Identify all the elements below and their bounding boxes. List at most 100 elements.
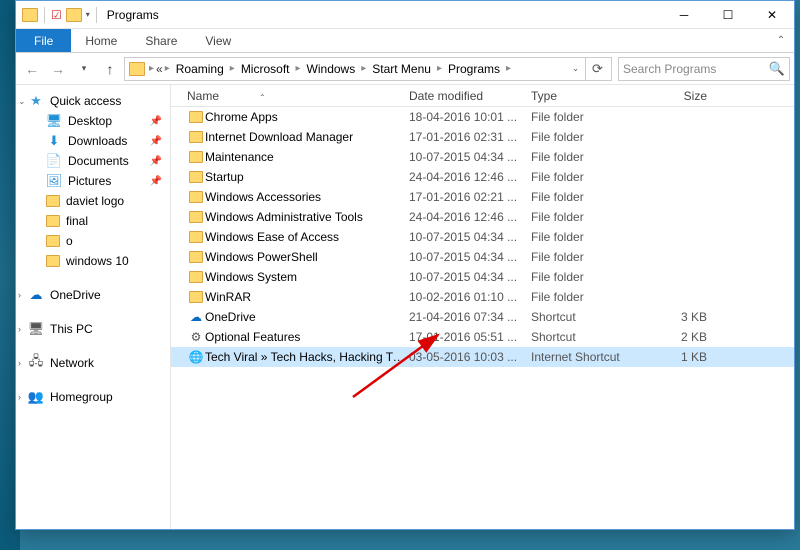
sidebar-item[interactable]: 🖥Desktop📌 [16, 111, 170, 131]
pin-icon[interactable]: 📌 [150, 136, 162, 147]
table-row[interactable]: Windows Ease of Access10-07-2015 04:34 .… [171, 227, 794, 247]
quick-access-root[interactable]: ⌄ ★ Quick access [16, 91, 170, 111]
search-icon[interactable]: 🔍 [769, 61, 785, 77]
qat-dropdown-icon[interactable]: ▾ [86, 10, 90, 19]
folder-icon [46, 215, 60, 227]
nav-label: Homegroup [50, 390, 113, 404]
breadcrumb-segment[interactable]: Roaming [172, 61, 228, 77]
homegroup-root[interactable]: › 👥 Homegroup [16, 387, 170, 407]
sidebar-item[interactable]: windows 10 [16, 251, 170, 271]
sidebar-item[interactable]: ⬇Downloads📌 [16, 131, 170, 151]
expand-icon[interactable]: › [18, 392, 21, 402]
folder-icon[interactable] [22, 8, 38, 22]
nav-item-icon: 📄 [46, 153, 62, 169]
maximize-button[interactable]: ☐ [706, 1, 750, 29]
file-name: Windows Accessories [205, 190, 409, 204]
forward-button[interactable]: → [46, 57, 70, 81]
breadcrumb-segment[interactable]: Programs [444, 61, 504, 77]
up-button[interactable]: ↑ [98, 57, 122, 81]
new-folder-icon[interactable] [66, 8, 82, 22]
breadcrumb-segment[interactable]: Windows [303, 61, 360, 77]
homegroup-icon: 👥 [28, 389, 44, 405]
sidebar-item[interactable]: daviet logo [16, 191, 170, 211]
file-name: Windows PowerShell [205, 250, 409, 264]
table-row[interactable]: Startup24-04-2016 12:46 ...File folder [171, 167, 794, 187]
back-button[interactable]: ← [20, 57, 44, 81]
table-row[interactable]: Windows System10-07-2015 04:34 ...File f… [171, 267, 794, 287]
this-pc-root[interactable]: › 🖥 This PC [16, 319, 170, 339]
table-row[interactable]: Windows Administrative Tools24-04-2016 1… [171, 207, 794, 227]
table-row[interactable]: 🌐Tech Viral » Tech Hacks, Hacking Tutori… [171, 347, 794, 367]
onedrive-icon: ☁ [190, 310, 202, 324]
properties-icon[interactable]: ☑ [51, 8, 62, 22]
sidebar-item[interactable]: final [16, 211, 170, 231]
sort-indicator-icon: ⌃ [259, 93, 266, 102]
column-headers: Name⌃ Date modified Type Size [171, 85, 794, 107]
breadcrumb-segment[interactable]: Microsoft [237, 61, 294, 77]
breadcrumb[interactable]: ▸ « ▸ Roaming ▸ Microsoft ▸ Windows ▸ St… [124, 57, 612, 81]
chevron-right-icon[interactable]: ▸ [149, 63, 154, 74]
file-type: File folder [531, 270, 637, 284]
refresh-button[interactable]: ⟳ [585, 58, 609, 80]
sidebar-item[interactable]: o [16, 231, 170, 251]
close-button[interactable]: ✕ [750, 1, 794, 29]
table-row[interactable]: ☁OneDrive21-04-2016 07:34 ...Shortcut3 K… [171, 307, 794, 327]
table-row[interactable]: ⚙Optional Features17-01-2016 05:51 ...Sh… [171, 327, 794, 347]
file-tab[interactable]: File [16, 29, 71, 52]
table-row[interactable]: Windows Accessories17-01-2016 02:21 ...F… [171, 187, 794, 207]
expand-icon[interactable]: › [18, 324, 21, 334]
nav-label: This PC [50, 322, 93, 336]
chevron-right-icon[interactable]: ▸ [437, 63, 442, 74]
file-date: 21-04-2016 07:34 ... [409, 310, 531, 324]
column-header-date[interactable]: Date modified [409, 89, 531, 103]
file-type: File folder [531, 170, 637, 184]
expand-icon[interactable]: › [18, 358, 21, 368]
column-header-type[interactable]: Type [531, 89, 637, 103]
sidebar-item[interactable]: 📄Documents📌 [16, 151, 170, 171]
column-header-size[interactable]: Size [637, 89, 717, 103]
file-date: 10-02-2016 01:10 ... [409, 290, 531, 304]
chevron-right-icon[interactable]: ▸ [165, 63, 170, 74]
chevron-right-icon[interactable]: ▸ [506, 63, 511, 74]
nav-label: o [66, 234, 73, 248]
home-tab[interactable]: Home [71, 29, 131, 52]
chevron-right-icon[interactable]: ▸ [296, 63, 301, 74]
view-tab[interactable]: View [191, 29, 245, 52]
history-dropdown-icon[interactable]: ▾ [72, 57, 96, 81]
table-row[interactable]: Internet Download Manager17-01-2016 02:3… [171, 127, 794, 147]
column-header-name[interactable]: Name⌃ [187, 89, 409, 103]
table-row[interactable]: WinRAR10-02-2016 01:10 ...File folder [171, 287, 794, 307]
folder-icon [189, 291, 203, 303]
file-date: 10-07-2015 04:34 ... [409, 230, 531, 244]
network-root[interactable]: › 🖧 Network [16, 353, 170, 373]
sidebar-item[interactable]: 🖼Pictures📌 [16, 171, 170, 191]
ribbon-collapse-icon[interactable]: ⌃ [768, 29, 794, 52]
folder-icon [46, 235, 60, 247]
breadcrumb-ellipsis[interactable]: « [156, 62, 163, 76]
table-row[interactable]: Windows PowerShell10-07-2015 04:34 ...Fi… [171, 247, 794, 267]
minimize-button[interactable]: ─ [662, 1, 706, 29]
file-type: File folder [531, 150, 637, 164]
file-size: 3 KB [637, 310, 717, 324]
breadcrumb-dropdown-icon[interactable]: ⌄ [566, 64, 585, 73]
pin-icon[interactable]: 📌 [150, 156, 162, 167]
onedrive-root[interactable]: › ☁ OneDrive [16, 285, 170, 305]
collapse-icon[interactable]: ⌄ [18, 96, 26, 107]
chevron-right-icon[interactable]: ▸ [230, 63, 235, 74]
expand-icon[interactable]: › [18, 290, 21, 300]
pin-icon[interactable]: 📌 [150, 116, 162, 127]
nav-item-icon: 🖥 [46, 113, 62, 129]
share-tab[interactable]: Share [131, 29, 191, 52]
chevron-right-icon[interactable]: ▸ [361, 63, 366, 74]
file-name: WinRAR [205, 290, 409, 304]
search-input[interactable]: Search Programs 🔍 [618, 57, 790, 81]
chrome-icon: 🌐 [189, 350, 204, 364]
folder-icon [189, 211, 203, 223]
file-type: File folder [531, 230, 637, 244]
table-row[interactable]: Maintenance10-07-2015 04:34 ...File fold… [171, 147, 794, 167]
pc-icon: 🖥 [28, 321, 44, 337]
pin-icon[interactable]: 📌 [150, 176, 162, 187]
table-row[interactable]: Chrome Apps18-04-2016 10:01 ...File fold… [171, 107, 794, 127]
breadcrumb-segment[interactable]: Start Menu [368, 61, 435, 77]
file-date: 10-07-2015 04:34 ... [409, 270, 531, 284]
